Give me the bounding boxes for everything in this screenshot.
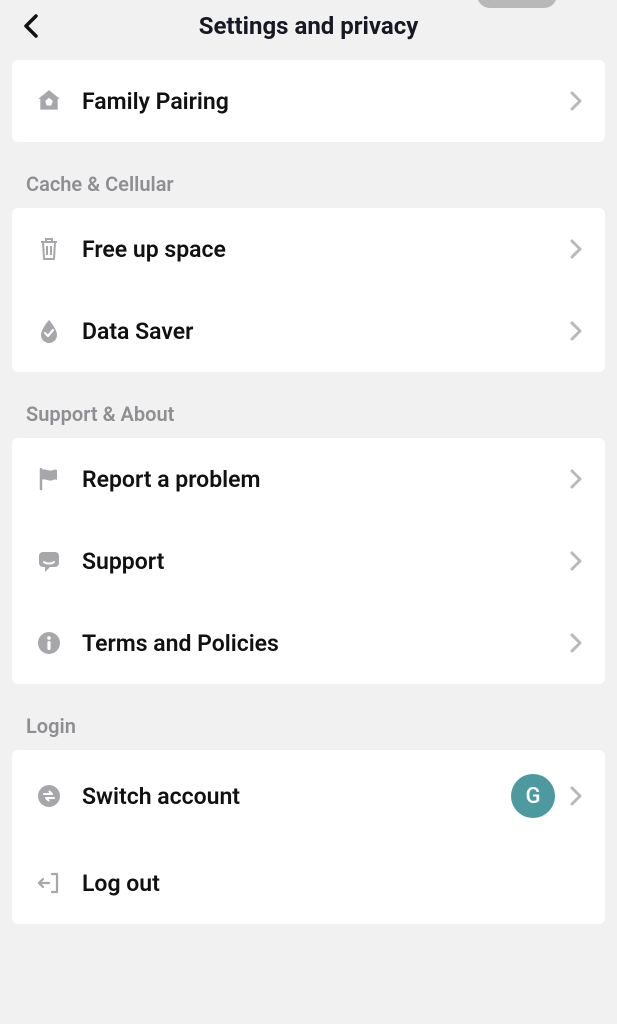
home-shield-icon — [34, 86, 64, 116]
row-label: Family Pairing — [82, 88, 555, 115]
chevron-right-icon — [569, 320, 583, 342]
flag-icon — [34, 464, 64, 494]
chevron-right-icon — [569, 238, 583, 260]
section-label-login: Login — [0, 684, 617, 750]
trash-icon — [34, 234, 64, 264]
swap-icon — [34, 781, 64, 811]
avatar: G — [511, 774, 555, 818]
row-report-problem[interactable]: Report a problem — [12, 438, 605, 520]
row-label: Switch account — [82, 783, 501, 810]
status-pill — [477, 0, 557, 8]
row-support[interactable]: Support — [12, 520, 605, 602]
chevron-right-icon — [569, 632, 583, 654]
section-support: Report a problem Support — [12, 438, 605, 684]
row-log-out[interactable]: Log out — [12, 842, 605, 924]
chat-icon — [34, 546, 64, 576]
section-label-support: Support & About — [0, 372, 617, 438]
section-family: Family Pairing — [12, 60, 605, 142]
back-button[interactable] — [14, 8, 50, 44]
section-login: Switch account G Log out — [12, 750, 605, 924]
chevron-right-icon — [569, 785, 583, 807]
row-label: Free up space — [82, 236, 555, 263]
chevron-left-icon — [22, 12, 42, 40]
header: Settings and privacy — [0, 0, 617, 52]
drop-icon — [34, 316, 64, 346]
row-label: Support — [82, 548, 555, 575]
row-free-up-space[interactable]: Free up space — [12, 208, 605, 290]
row-label: Data Saver — [82, 318, 555, 345]
chevron-right-icon — [569, 468, 583, 490]
row-label: Report a problem — [82, 466, 555, 493]
row-terms-policies[interactable]: Terms and Policies — [12, 602, 605, 684]
chevron-right-icon — [569, 550, 583, 572]
row-data-saver[interactable]: Data Saver — [12, 290, 605, 372]
row-label: Terms and Policies — [82, 630, 555, 657]
info-icon — [34, 628, 64, 658]
chevron-right-icon — [569, 90, 583, 112]
row-switch-account[interactable]: Switch account G — [12, 750, 605, 842]
section-label-cache: Cache & Cellular — [0, 142, 617, 208]
logout-icon — [34, 868, 64, 898]
row-family-pairing[interactable]: Family Pairing — [12, 60, 605, 142]
section-cache: Free up space Data Saver — [12, 208, 605, 372]
page-title: Settings and privacy — [199, 12, 419, 40]
row-label: Log out — [82, 870, 583, 897]
